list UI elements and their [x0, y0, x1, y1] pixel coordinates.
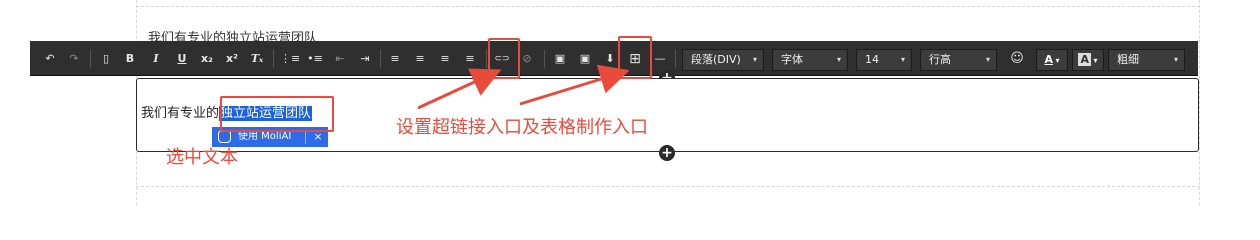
- selection-annotation: 选中文本: [166, 147, 238, 168]
- annotation-arrows: [417, 64, 630, 110]
- toolbar-annotation: 设置超链接入口及表格制作入口: [396, 117, 648, 138]
